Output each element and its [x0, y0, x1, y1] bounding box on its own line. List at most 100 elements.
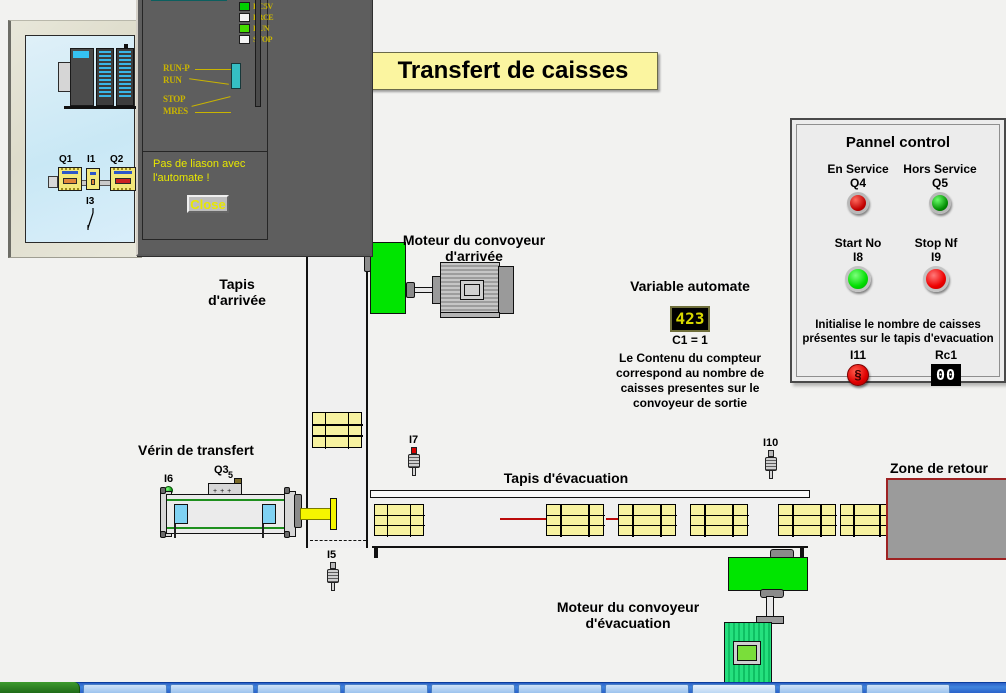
taskbar-item[interactable] — [779, 684, 863, 693]
button-hors-service-q5[interactable] — [929, 192, 951, 214]
label-en-service: En Service — [827, 162, 889, 176]
plc-mode-line-run — [189, 78, 229, 85]
zone-de-retour-area — [886, 478, 1006, 560]
tag-i11: I11 — [849, 348, 867, 362]
init-instruction-text: Initialise le nombre de caisses présente… — [802, 319, 994, 345]
plc-io-module-2 — [116, 48, 134, 106]
sensor-i10[interactable] — [765, 450, 777, 479]
close-button[interactable]: Close — [187, 195, 229, 213]
plc-mode-line-mres — [195, 112, 231, 113]
label-i1: I1 — [87, 154, 96, 165]
label-valve-number: 5 — [228, 470, 234, 480]
contact-symbol-i3 — [87, 208, 94, 230]
taskbar-item[interactable] — [866, 684, 950, 693]
page-title: Transfert de caisses — [368, 52, 658, 90]
sensor-i10-stem — [769, 471, 773, 479]
plc-front-top-section: BATT DC5V FRCE RUN STOP RUN-P RUN STOP M… — [143, 0, 274, 152]
electrical-cabinet: Q1 I1 Q2 I2 I3 I4 — [8, 20, 174, 258]
contactor-q1[interactable] — [58, 167, 82, 191]
cylinder-rod — [300, 508, 332, 520]
dialog-message: Pas de liason avec l'automate ! — [153, 158, 246, 184]
plc-mode-run: RUN — [163, 75, 182, 85]
taskbar-item[interactable] — [431, 684, 515, 693]
plc-mode-stop: STOP — [163, 94, 186, 104]
plc-rack-pin — [124, 44, 128, 48]
tag-i9: I9 — [930, 250, 941, 264]
cylinder-leg-b — [262, 524, 264, 538]
label-i5: I5 — [327, 549, 337, 561]
plc-led-column — [239, 0, 251, 46]
button-group-en-service: En Service Q4 — [820, 162, 896, 214]
label-zone-de-retour: Zone de retour — [890, 460, 989, 476]
start-button[interactable] — [0, 682, 80, 693]
windows-taskbar — [0, 682, 1006, 693]
crate-evac-4 — [689, 503, 749, 537]
label-verin-transfert: Vérin de transfert — [138, 442, 254, 458]
counter-rc1-value: 00 — [930, 364, 962, 386]
tag-i8: I8 — [852, 250, 863, 264]
label-tapis-evacuation: Tapis d'évacuation — [503, 470, 629, 486]
plc-cpu-module — [70, 48, 94, 106]
plc-mode-selector-switch[interactable] — [231, 63, 241, 89]
cylinder-port-front-top — [284, 487, 290, 494]
sensor-i7-tip — [411, 447, 417, 454]
sensor-i10-coil — [765, 457, 777, 471]
tag-q5: Q5 — [931, 176, 948, 190]
plc-connection-dialog: BATT DC5V FRCE RUN STOP RUN-P RUN STOP M… — [136, 0, 372, 256]
cylinder-port-rear-bottom — [160, 531, 166, 538]
label-i7: I7 — [409, 434, 419, 446]
plc-front-view: BATT DC5V FRCE RUN STOP RUN-P RUN STOP M… — [142, 0, 274, 240]
counter-display-value: 423 — [675, 309, 705, 328]
sensor-i5-stem — [331, 583, 335, 591]
button-group-stop: Stop Nf I9 — [902, 236, 970, 292]
button-en-service-q4[interactable] — [847, 192, 869, 214]
plc-mode-line-stop — [191, 96, 231, 107]
taskbar-item[interactable] — [344, 684, 428, 693]
aux-terminal-left — [48, 176, 58, 188]
button-stop-i9[interactable] — [923, 266, 949, 292]
plc-cpu-led — [73, 51, 89, 58]
taskbar-item-active[interactable] — [692, 684, 776, 693]
variable-automate-block: Variable automate 423 C1 = 1 Le Contenu … — [600, 278, 780, 411]
button-start-i8[interactable] — [845, 266, 871, 292]
valve-q3-solenoid — [234, 478, 242, 484]
panel-control-title: Pannel control — [845, 134, 951, 151]
counter-description: Le Contenu du compteur correspond au nom… — [615, 351, 765, 410]
taskbar-item[interactable] — [170, 684, 254, 693]
label-q1: Q1 — [59, 154, 73, 165]
label-q3: Q3 — [214, 464, 229, 476]
tapis-arrivee-belt — [306, 248, 368, 548]
plc-led-dc5v — [239, 2, 250, 11]
cabinet-interior: Q1 I1 Q2 I2 I3 I4 — [25, 35, 174, 243]
motor-arrivee-rear-cap — [498, 266, 514, 314]
label-moteur-evacuation: Moteur du convoyeur d'évacuation — [556, 599, 700, 632]
relay-i1[interactable] — [86, 168, 100, 190]
sensor-i7-coil — [408, 454, 420, 468]
contactor-q2[interactable] — [110, 167, 136, 191]
tapis-evacuation-leg-left — [374, 546, 378, 558]
taskbar-item[interactable] — [518, 684, 602, 693]
label-i3: I3 — [86, 196, 95, 207]
key-switch-i11[interactable] — [847, 364, 869, 386]
counter-c1-label: C1 = 1 — [672, 333, 708, 347]
init-key-group: I11 — [836, 348, 880, 386]
taskbar-item[interactable] — [605, 684, 689, 693]
panel-control-box: Pannel control En Service Q4 Hors Servic… — [790, 118, 1006, 386]
sensor-i5[interactable] — [327, 562, 339, 591]
plc-led-run — [239, 24, 250, 33]
sensor-i5-coil — [327, 569, 339, 583]
gearbox-evacuation — [728, 557, 808, 591]
tapis-arrivee-bottom-line — [310, 540, 366, 541]
transfer-line-left — [500, 518, 546, 520]
cylinder-pusher-plate — [330, 498, 337, 530]
plc-mode-run-p: RUN-P — [163, 63, 190, 73]
plc-mode-mres: MRES — [163, 106, 188, 116]
taskbar-item[interactable] — [83, 684, 167, 693]
label-start-no: Start No — [834, 236, 882, 250]
sensor-i7[interactable] — [408, 447, 420, 476]
cylinder-piston-b — [262, 504, 276, 524]
shaft-evacuation — [766, 596, 774, 618]
plc-io-module-1 — [96, 48, 114, 106]
motor-arrivee-terminal-box — [460, 280, 484, 300]
taskbar-item[interactable] — [257, 684, 341, 693]
